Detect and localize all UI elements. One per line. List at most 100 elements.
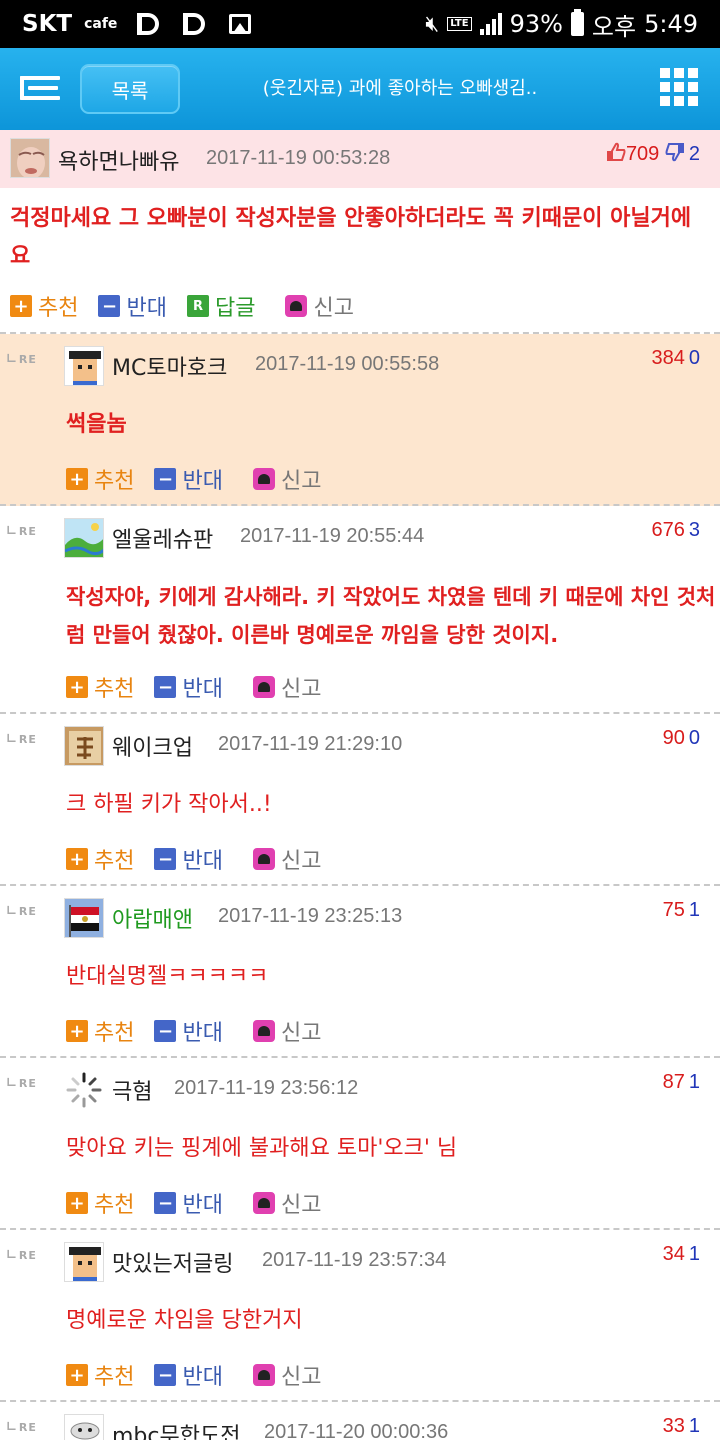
avatar[interactable]: [64, 346, 104, 386]
nickname[interactable]: MC토마호크: [112, 350, 227, 382]
vote-counts: 34 1: [663, 1243, 700, 1266]
nickname[interactable]: 아랍매앤: [112, 902, 193, 934]
nickname[interactable]: 맛있는저글링: [112, 1246, 233, 1278]
battery-percent: 93%: [509, 10, 563, 38]
vote-counts: 90 0: [663, 727, 700, 750]
oppose-button[interactable]: − 반대: [98, 290, 167, 322]
avatar[interactable]: [64, 726, 104, 766]
nickname[interactable]: mbc무한도전: [112, 1418, 240, 1440]
down-count: 1: [688, 899, 700, 921]
re-label: RE: [6, 732, 37, 747]
minus-icon: −: [154, 1364, 177, 1386]
avatar[interactable]: [64, 1242, 104, 1282]
up-count: 34: [662, 1243, 685, 1265]
oppose-button[interactable]: − 반대: [154, 671, 223, 703]
battery-icon: [570, 9, 584, 36]
reply-comment: RE mbc무한도전 2017-11-20 00:00:36 331: [0, 1402, 720, 1440]
nickname[interactable]: 극혐: [112, 1074, 152, 1106]
report-button[interactable]: 신고: [252, 1187, 321, 1219]
avatar[interactable]: [10, 138, 50, 178]
siren-icon: [252, 1364, 275, 1386]
nickname[interactable]: 욕하면나빠유: [58, 144, 179, 176]
comment-body: 걱정마세요 그 오빠분이 작성자분을 안좋아하더라도 꼭 키때문이 아닐거에요: [10, 206, 692, 269]
vote-counts: 75 1: [663, 899, 700, 922]
report-button[interactable]: 신고: [252, 1015, 321, 1047]
gallery-icon: [229, 14, 252, 34]
up-count: 87: [662, 1071, 685, 1093]
avatar[interactable]: [64, 1414, 104, 1440]
comment-body: 작성자야, 키에게 감사해라. 키 작았어도 차였을 텐데 키 때문에 차인 것…: [66, 585, 716, 647]
down-count: 0: [688, 347, 700, 369]
list-button[interactable]: 목록: [80, 64, 180, 114]
re-label: RE: [6, 1076, 37, 1091]
recommend-button[interactable]: + 추천: [10, 290, 78, 322]
reply-comment: RE 아랍매앤 2017-11-19 23:25:13 751 반대실명젤ㅋㅋㅋ…: [0, 886, 720, 1058]
re-label: RE: [6, 524, 37, 539]
plus-icon: +: [66, 1192, 88, 1214]
vote-counts: 33 1: [663, 1415, 700, 1438]
siren-icon: [252, 848, 275, 870]
app-bar: 목록 (웃긴자료) 과에 좋아하는 오빠생김..: [0, 48, 720, 130]
re-label: RE: [6, 1420, 37, 1435]
minus-icon: −: [154, 676, 177, 698]
comment-actions: + 추천 − 반대 신고: [66, 1359, 341, 1391]
report-button[interactable]: 신고: [252, 463, 321, 495]
timestamp: 2017-11-19 20:55:44: [240, 525, 425, 547]
comment-actions: + 추천 − 반대 신고: [66, 843, 341, 875]
comment-actions: + 추천 − 반대 신고: [66, 671, 341, 703]
recommend-button[interactable]: + 추천: [66, 843, 134, 875]
mute-icon: 🔇︎: [425, 11, 440, 37]
oppose-button[interactable]: − 반대: [154, 843, 223, 875]
comment-actions: + 추천 − 반대 R 답글 신고: [10, 290, 374, 322]
minus-icon: −: [154, 1192, 177, 1214]
post-title: (웃긴자료) 과에 좋아하는 오빠생김..: [262, 78, 538, 99]
up-count: 75: [662, 899, 685, 921]
main-comment: 욕하면나빠유 2017-11-19 00:53:28 709 2 걱정마세요 그…: [0, 130, 720, 334]
comment-body: 맞아요 키는 핑계에 불과해요 토마'오크' 님: [66, 1136, 458, 1161]
reply-icon: R: [186, 295, 209, 317]
recommend-button[interactable]: + 추천: [66, 463, 134, 495]
lte-icon: LTE: [447, 17, 472, 31]
plus-icon: +: [10, 295, 32, 317]
d-icon: [137, 13, 160, 35]
oppose-button[interactable]: − 반대: [154, 463, 223, 495]
re-label: RE: [6, 352, 37, 367]
reply-button[interactable]: R 답글: [186, 290, 255, 322]
oppose-button[interactable]: − 반대: [154, 1015, 223, 1047]
oppose-button[interactable]: − 반대: [154, 1187, 223, 1219]
plus-icon: +: [66, 468, 88, 490]
report-button[interactable]: 신고: [252, 671, 321, 703]
down-count: 1: [688, 1071, 700, 1093]
cafe-label: cafe: [84, 16, 118, 32]
report-button[interactable]: 신고: [252, 1359, 321, 1391]
down-count: 1: [688, 1415, 700, 1437]
grid-menu-icon[interactable]: [660, 68, 698, 106]
oppose-button[interactable]: − 반대: [154, 1359, 223, 1391]
plus-icon: +: [66, 676, 88, 698]
minus-icon: −: [154, 1020, 177, 1042]
nickname[interactable]: 엘울레슈판: [112, 522, 213, 554]
recommend-button[interactable]: + 추천: [66, 1359, 134, 1391]
report-button[interactable]: 신고: [285, 290, 354, 322]
timestamp: 2017-11-19 23:57:34: [262, 1249, 447, 1271]
recommend-button[interactable]: + 추천: [66, 1187, 134, 1219]
report-button[interactable]: 신고: [252, 843, 321, 875]
comment-actions: + 추천 − 반대 신고: [66, 1187, 341, 1219]
avatar[interactable]: [64, 518, 104, 558]
down-count: 2: [688, 143, 700, 165]
siren-icon: [252, 1020, 275, 1042]
ampm-label: 오후: [591, 12, 637, 41]
status-bar: SKT cafe 🔇︎ LTE 93% 오후 5:49: [0, 0, 720, 48]
avatar[interactable]: [64, 898, 104, 938]
re-label: RE: [6, 904, 37, 919]
vote-counts: 709 2: [606, 142, 700, 166]
menu-icon[interactable]: [20, 76, 60, 100]
avatar[interactable]: [64, 1070, 104, 1110]
nickname[interactable]: 웨이크업: [112, 730, 193, 762]
recommend-button[interactable]: + 추천: [66, 1015, 134, 1047]
plus-icon: +: [66, 1020, 88, 1042]
siren-icon: [285, 295, 308, 317]
down-count: 3: [688, 519, 700, 541]
recommend-button[interactable]: + 추천: [66, 671, 134, 703]
up-count: 33: [662, 1415, 685, 1437]
